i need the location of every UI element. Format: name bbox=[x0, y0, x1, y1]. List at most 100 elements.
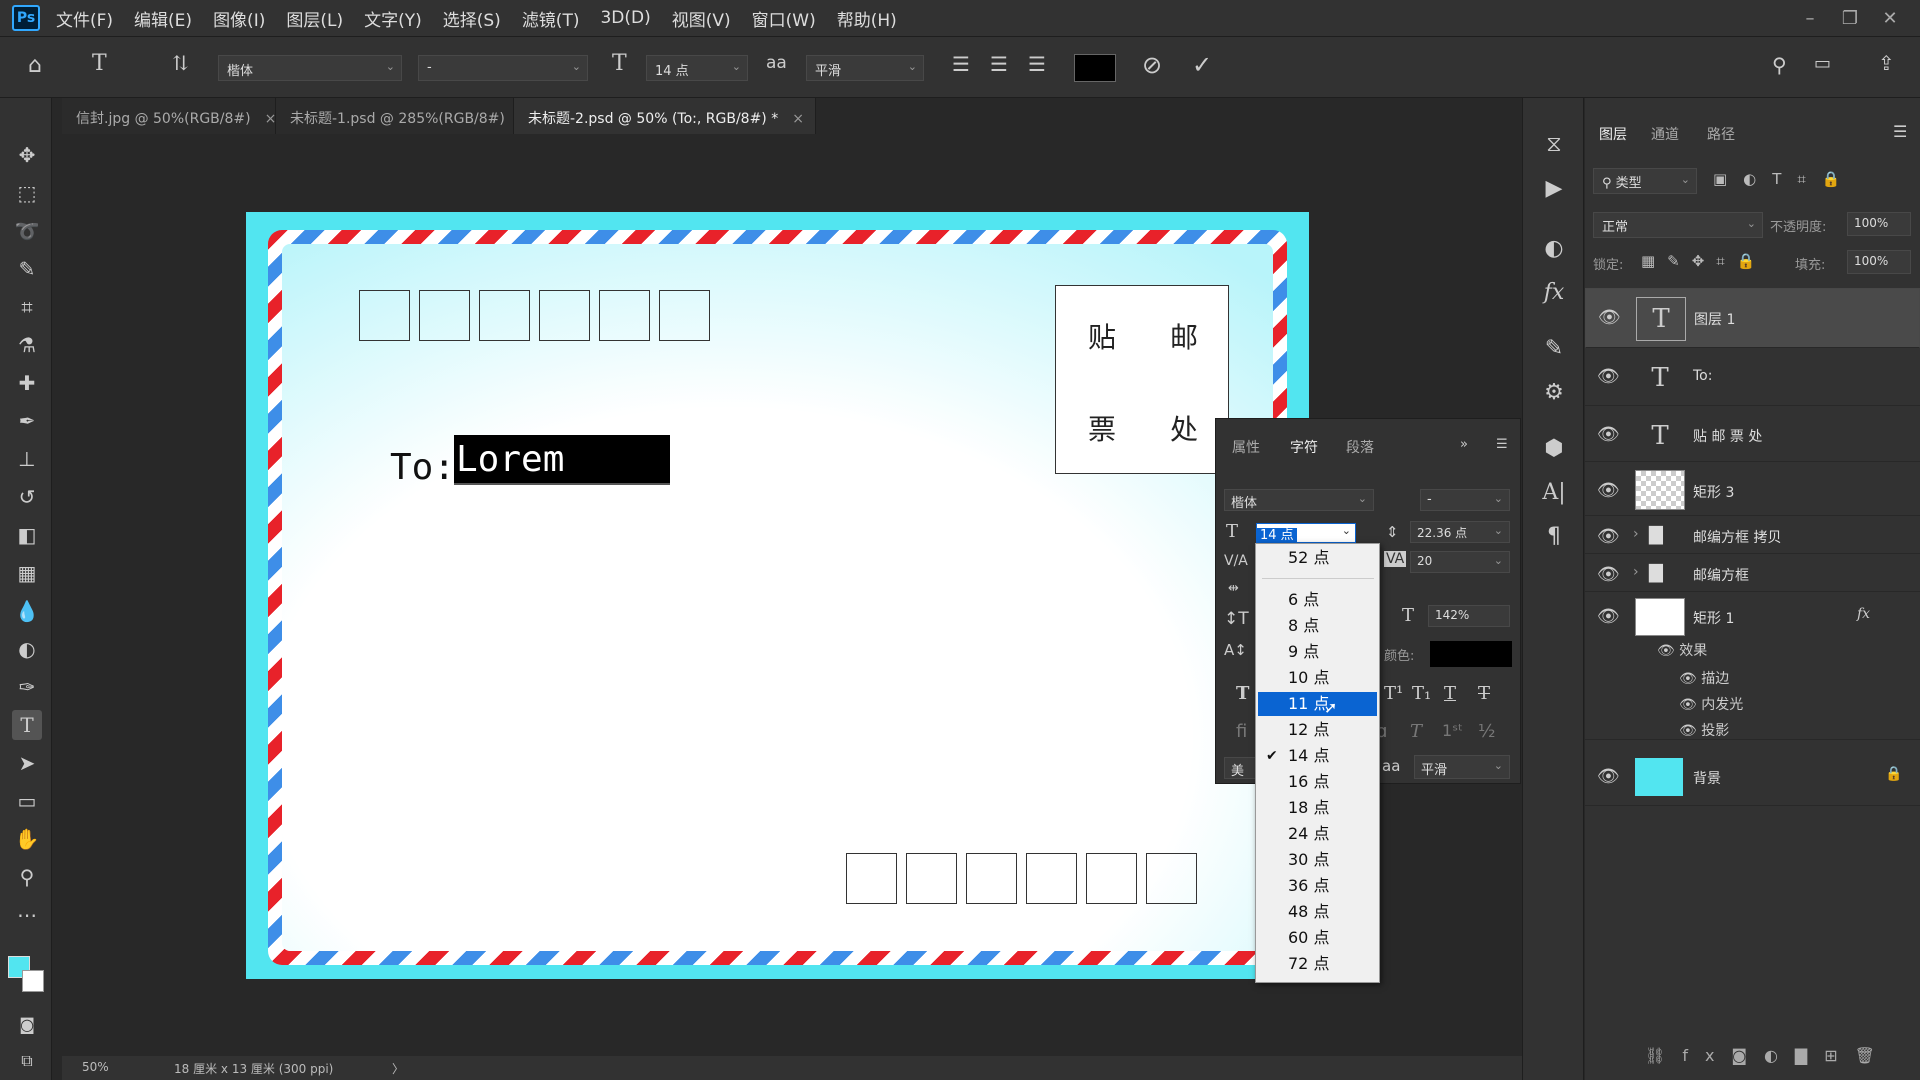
layer-filter-select[interactable]: ⚲ 类型 ⌄ bbox=[1593, 168, 1697, 194]
opacity-input[interactable]: 100% bbox=[1847, 212, 1911, 236]
dodge-tool-icon[interactable]: ◐ bbox=[12, 634, 42, 664]
menu-3d[interactable]: 3D(D) bbox=[600, 8, 650, 28]
visibility-eye-icon[interactable]: 👁 bbox=[1679, 697, 1701, 713]
visibility-eye-icon[interactable]: 👁 bbox=[1597, 564, 1620, 585]
path-select-icon[interactable]: ➤ bbox=[12, 748, 42, 778]
panel-menu-icon[interactable]: ☰ bbox=[1893, 122, 1907, 141]
gradient-tool-icon[interactable]: ▦ bbox=[12, 558, 42, 588]
size-option[interactable]: 48 点 bbox=[1258, 900, 1377, 924]
eraser-tool-icon[interactable]: ◧ bbox=[12, 520, 42, 550]
eyedropper-icon[interactable]: ⚗ bbox=[12, 330, 42, 360]
visibility-eye-icon[interactable]: 👁 bbox=[1597, 526, 1620, 547]
char-color-swatch[interactable] bbox=[1430, 641, 1512, 667]
lasso-tool-icon[interactable]: ➰ bbox=[12, 216, 42, 246]
horizontal-scale-input[interactable]: 142% bbox=[1428, 605, 1510, 627]
visibility-eye-icon[interactable]: 👁 bbox=[1597, 480, 1620, 501]
underline-icon[interactable]: T bbox=[1444, 683, 1456, 704]
menu-filter[interactable]: 滤镜(T) bbox=[522, 6, 580, 31]
menu-edit[interactable]: 编辑(E) bbox=[134, 6, 192, 31]
char-antialias-select[interactable]: 平滑 ⌄ bbox=[1414, 755, 1510, 779]
menu-help[interactable]: 帮助(H) bbox=[837, 6, 897, 31]
effect-drop-shadow[interactable]: 👁 投影 bbox=[1679, 720, 1729, 740]
visibility-eye-icon[interactable]: 👁 bbox=[1597, 766, 1620, 787]
brush-tool-icon[interactable]: ✒ bbox=[12, 406, 42, 436]
properties-icon[interactable]: ⚙ bbox=[1539, 378, 1569, 408]
styles-fx-icon[interactable]: fx bbox=[1539, 278, 1569, 308]
fill-input[interactable]: 100% bbox=[1847, 250, 1911, 274]
paragraph-icon[interactable]: ¶ bbox=[1539, 522, 1569, 552]
expand-chevron-icon[interactable]: › bbox=[1633, 526, 1639, 542]
3d-icon[interactable]: ⬢ bbox=[1539, 434, 1569, 464]
close-icon[interactable]: ✕ bbox=[1870, 8, 1910, 29]
text-orientation-icon[interactable]: ⇅ bbox=[172, 51, 189, 75]
layer-row[interactable]: 👁 T To: bbox=[1585, 350, 1920, 406]
visibility-eye-icon[interactable]: 👁 bbox=[1598, 307, 1621, 328]
effects-label[interactable]: 👁 效果 bbox=[1657, 640, 1707, 660]
cancel-icon[interactable]: ⊘ bbox=[1142, 51, 1162, 79]
selected-text[interactable]: Lorem Ipsum bbox=[454, 435, 670, 521]
size-option-checked[interactable]: ✔ 14 点 bbox=[1258, 744, 1377, 768]
search-icon[interactable]: ⚲ bbox=[1772, 53, 1787, 77]
brush-settings-icon[interactable]: ✎ bbox=[1539, 334, 1569, 364]
pen-tool-icon[interactable]: ✑ bbox=[12, 672, 42, 702]
rectangle-tool-icon[interactable]: ▭ bbox=[12, 786, 42, 816]
menu-image[interactable]: 图像(I) bbox=[213, 6, 265, 31]
visibility-eye-icon[interactable]: 👁 bbox=[1597, 366, 1620, 387]
expand-chevron-icon[interactable]: › bbox=[1633, 564, 1639, 580]
lock-icons[interactable]: ▦✎✥⌗🔒 bbox=[1641, 252, 1767, 270]
size-option-highlighted[interactable]: 11 点 ➚ bbox=[1258, 692, 1377, 717]
size-option[interactable]: 12 点 bbox=[1258, 718, 1377, 742]
size-option[interactable]: 10 点 bbox=[1258, 666, 1377, 690]
ordinal-icon[interactable]: 1ˢᵗ bbox=[1442, 721, 1463, 740]
crop-tool-icon[interactable]: ⌗ bbox=[12, 292, 42, 322]
visibility-eye-icon[interactable]: 👁 bbox=[1597, 606, 1620, 627]
layer-row[interactable]: 👁 矩形 1 fx 👁 效果 👁 描边 👁 内发光 👁 投影 bbox=[1585, 594, 1920, 740]
effect-inner-glow[interactable]: 👁 内发光 bbox=[1679, 694, 1743, 714]
minimize-icon[interactable]: – bbox=[1790, 8, 1830, 29]
type-tool-active-icon[interactable]: T bbox=[12, 710, 42, 740]
superscript-icon[interactable]: T¹ bbox=[1384, 683, 1403, 704]
tab-character[interactable]: 字符 bbox=[1290, 437, 1318, 457]
tab-layers[interactable]: 图层 bbox=[1599, 124, 1627, 144]
size-option[interactable]: 30 点 bbox=[1258, 848, 1377, 872]
size-option[interactable]: 72 点 bbox=[1258, 952, 1377, 976]
zoom-tool-icon[interactable]: ⚲ bbox=[12, 862, 42, 892]
menu-layer[interactable]: 图层(L) bbox=[286, 6, 343, 31]
size-option[interactable]: 52 点 bbox=[1258, 546, 1377, 570]
status-arrow-icon[interactable]: 〉 bbox=[392, 1060, 404, 1077]
font-size-input[interactable]: 14 点 ⌄ bbox=[1256, 523, 1356, 543]
align-center-icon[interactable]: ☰ bbox=[990, 52, 1008, 76]
quick-select-icon[interactable]: ✎ bbox=[12, 254, 42, 284]
stamp-tool-icon[interactable]: ⊥ bbox=[12, 444, 42, 474]
home-icon[interactable]: ⌂ bbox=[28, 53, 42, 78]
menu-window[interactable]: 窗口(W) bbox=[752, 6, 816, 31]
layer-row[interactable]: 👁 T 贴 邮 票 处 bbox=[1585, 410, 1920, 462]
actions-play-icon[interactable]: ▶ bbox=[1539, 174, 1569, 204]
tab-untitled-2[interactable]: 未标题-2.psd @ 50% (To:, RGB/8#) * × bbox=[514, 98, 816, 134]
leading-select[interactable]: 22.36 点 ⌄ bbox=[1410, 521, 1510, 543]
size-option[interactable]: 36 点 bbox=[1258, 874, 1377, 898]
move-tool-icon[interactable]: ✥ bbox=[12, 140, 42, 170]
menu-type[interactable]: 文字(Y) bbox=[364, 6, 422, 31]
workspace-icon[interactable]: ▭ bbox=[1814, 53, 1831, 74]
layer-row[interactable]: 👁 背景 🔒 bbox=[1585, 748, 1920, 806]
visibility-eye-icon[interactable]: 👁 bbox=[1597, 424, 1620, 445]
commit-check-icon[interactable]: ✓ bbox=[1192, 51, 1212, 79]
tab-properties[interactable]: 属性 bbox=[1232, 437, 1260, 457]
subscript-icon[interactable]: T₁ bbox=[1412, 683, 1431, 704]
layer-row[interactable]: 👁 › ▇ 邮编方框 拷贝 bbox=[1585, 518, 1920, 554]
screen-mode-icon[interactable]: ⧉ bbox=[12, 1046, 42, 1076]
visibility-eye-icon[interactable]: 👁 bbox=[1657, 643, 1679, 659]
font-style-select[interactable]: - ⌄ bbox=[418, 55, 588, 81]
visibility-eye-icon[interactable]: 👁 bbox=[1679, 723, 1701, 739]
expand-icon[interactable]: » bbox=[1460, 437, 1468, 452]
tab-paragraph[interactable]: 段落 bbox=[1346, 437, 1374, 457]
font-family-select[interactable]: 楷体 ⌄ bbox=[218, 55, 402, 81]
menu-file[interactable]: 文件(F) bbox=[56, 6, 113, 31]
tracking-select[interactable]: 20 ⌄ bbox=[1410, 551, 1510, 573]
tab-channels[interactable]: 通道 bbox=[1651, 124, 1679, 144]
char-font-family-select[interactable]: 楷体 ⌄ bbox=[1224, 489, 1374, 511]
close-tab-icon[interactable]: × bbox=[792, 111, 804, 127]
tab-untitled-1[interactable]: 未标题-1.psd @ 285%(RGB/8#)× bbox=[276, 98, 531, 134]
adjustments-icon[interactable]: ◐ bbox=[1539, 234, 1569, 264]
